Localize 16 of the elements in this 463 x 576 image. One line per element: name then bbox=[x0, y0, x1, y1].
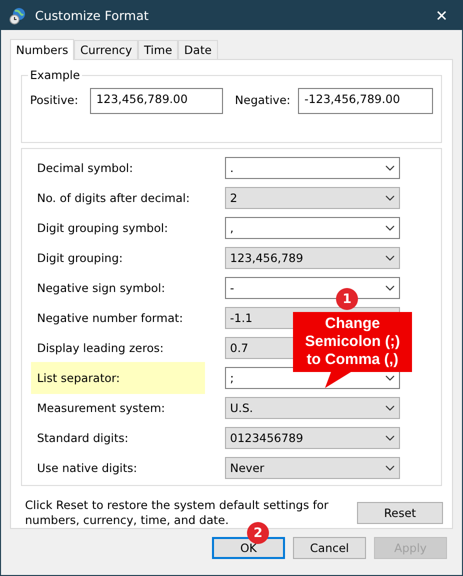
field-label: Positive: bbox=[30, 92, 78, 107]
window-title: Customize Format bbox=[35, 8, 150, 23]
setting-label: Negative sign symbol: bbox=[36, 280, 166, 297]
field-label: Negative: bbox=[234, 92, 290, 107]
setting-label: Display leading zeros: bbox=[36, 340, 165, 357]
setting-label: Use native digits: bbox=[36, 460, 138, 477]
setting-label: Negative number format: bbox=[36, 310, 184, 327]
setting-label: Digit grouping: bbox=[36, 250, 124, 267]
setting-label: Digit grouping symbol: bbox=[36, 220, 169, 237]
callout-tooltip: Change Semicolon (;) to Comma (,) bbox=[293, 312, 412, 372]
setting-label: Measurement system: bbox=[36, 400, 166, 417]
highlighted-label: List separator: bbox=[31, 362, 205, 394]
setting-label: No. of digits after decimal: bbox=[36, 190, 191, 207]
setting-label: Decimal symbol: bbox=[36, 160, 134, 177]
group-title: Example bbox=[28, 68, 82, 82]
setting-label: Standard digits: bbox=[36, 430, 130, 447]
